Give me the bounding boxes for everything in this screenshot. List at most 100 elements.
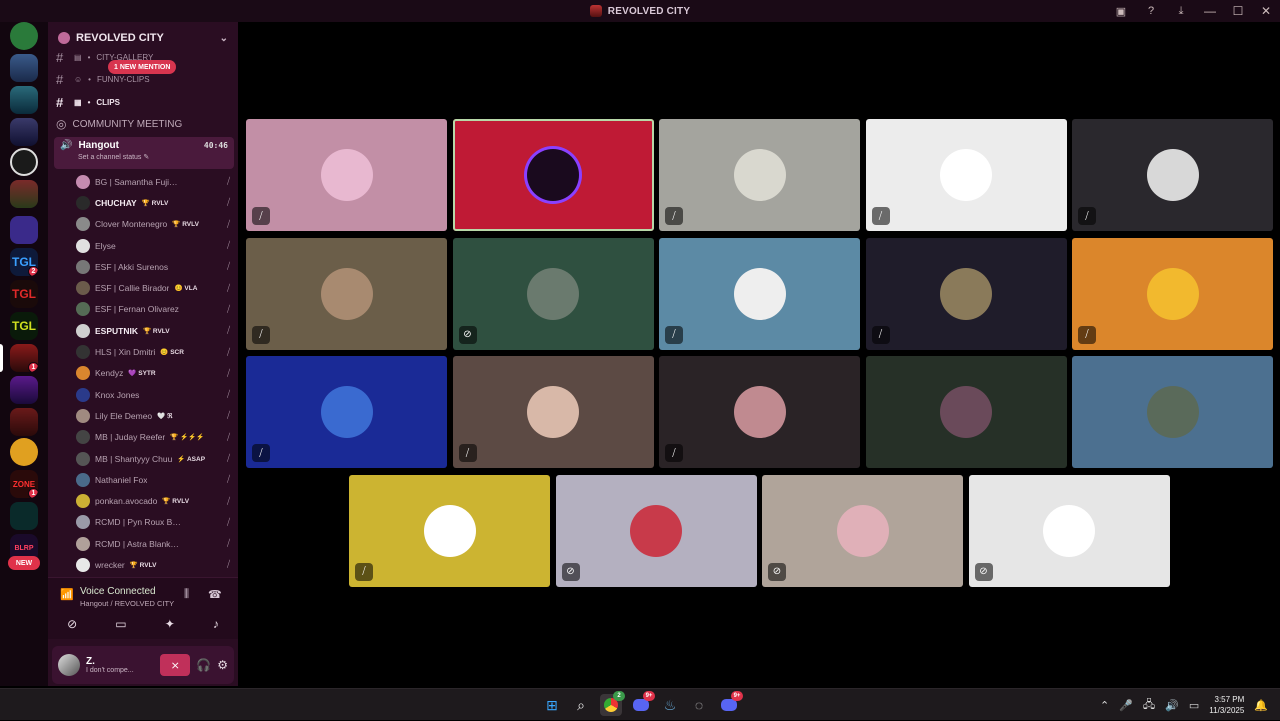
chevron-down-icon[interactable]: ⌄ bbox=[220, 33, 228, 44]
disconnect-icon[interactable]: ☎ bbox=[208, 588, 222, 601]
notification-icon[interactable]: 🔔 bbox=[1254, 699, 1268, 712]
voice-member[interactable]: ponkan.avocado 🏆 RVLV ⧸ bbox=[76, 490, 234, 511]
participant-tile[interactable]: ⧸ bbox=[1072, 119, 1273, 231]
server-icon-revolved-city[interactable]: 1 bbox=[10, 344, 38, 372]
participant-tile[interactable]: ⧸ bbox=[246, 356, 447, 468]
start-icon[interactable]: ⊞ bbox=[541, 694, 563, 716]
voice-member[interactable]: ESF | Akki Surenos ⧸ bbox=[76, 256, 234, 277]
voice-member[interactable]: CHUCHAY 🏆 RVLV ⧸ bbox=[76, 192, 234, 213]
server-icon[interactable] bbox=[10, 180, 38, 208]
server-icon-tgl[interactable]: TGL 2 bbox=[10, 248, 38, 276]
participant-tile[interactable] bbox=[452, 119, 654, 231]
clock[interactable]: 3:57 PM 11/3/2025 bbox=[1209, 694, 1244, 716]
voice-channel-community-meeting[interactable]: ◎ COMMUNITY MEETING bbox=[56, 117, 232, 131]
participant-tile[interactable]: ⧸ bbox=[1072, 237, 1273, 350]
channel-item-funny-clips[interactable]: # ☺ • FUNNY-CLIPS bbox=[56, 70, 232, 88]
server-icon[interactable] bbox=[10, 118, 38, 146]
soundboard-icon[interactable]: ♪ bbox=[213, 617, 219, 631]
voice-member[interactable]: BG | Samantha Fujiwara ⧸ bbox=[76, 171, 234, 192]
microphone-icon[interactable]: 🎤 bbox=[1119, 699, 1133, 712]
chevron-up-icon[interactable]: ⌃ bbox=[1100, 699, 1109, 712]
server-icon[interactable] bbox=[10, 408, 38, 436]
participant-tile[interactable]: ⧸ bbox=[659, 119, 860, 231]
participant-tile[interactable]: ⧸ bbox=[349, 474, 550, 587]
voice-member[interactable]: Lily Ele Demeo 🤍 ℜ ⧸ bbox=[76, 405, 234, 426]
steam-icon[interactable]: ♨ bbox=[659, 694, 681, 716]
minimize-button[interactable]: — bbox=[1196, 0, 1224, 22]
server-icon-home[interactable] bbox=[10, 22, 38, 50]
server-icon-tgl-yellow[interactable]: TGL bbox=[10, 312, 38, 340]
voice-member[interactable]: Clover Montenegro 🏆 RVLV ⧸ bbox=[76, 214, 234, 235]
participant-tile[interactable]: ⊘ bbox=[452, 237, 654, 350]
voice-member[interactable]: Kendyz 💜 SYTR ⧸ bbox=[76, 363, 234, 384]
noise-suppression-icon[interactable]: ⫼ bbox=[184, 588, 189, 601]
battery-icon[interactable]: ▭ bbox=[1189, 699, 1199, 712]
close-button[interactable]: ✕ bbox=[1252, 0, 1280, 22]
activities-icon[interactable]: ✦ bbox=[165, 617, 175, 631]
server-icon[interactable] bbox=[10, 86, 38, 114]
maximize-button[interactable]: ☐ bbox=[1224, 0, 1252, 22]
voice-member[interactable]: ESF | Fernan Olivarez ⧸ bbox=[76, 299, 234, 320]
participant-tile[interactable]: ⧸ bbox=[659, 356, 860, 468]
avatar bbox=[76, 536, 90, 551]
channel-status-prompt[interactable]: Set a channel status ✎ bbox=[60, 153, 228, 161]
participant-tile[interactable]: ⧸ bbox=[452, 356, 654, 468]
participant-tile[interactable]: ⧸ bbox=[246, 237, 447, 350]
participant-tile[interactable]: ⧸ bbox=[659, 237, 860, 350]
channel-item-clips[interactable]: # ▦ • CLIPS bbox=[56, 93, 232, 111]
headphones-icon[interactable]: 🎧 bbox=[196, 658, 211, 672]
mic-off-icon: ⧸ bbox=[226, 474, 230, 485]
voice-member[interactable]: ESPUTNIK 🏆 RVLV ⧸ bbox=[76, 320, 234, 341]
chrome-icon[interactable]: 2 bbox=[600, 691, 625, 716]
voice-member[interactable]: ESF | Callie Birador 😊 VLA ⧸ bbox=[76, 277, 234, 298]
participant-tile[interactable]: ⧸ bbox=[865, 119, 1067, 231]
member-name: ESPUTNIK bbox=[95, 325, 138, 336]
camera-off-icon[interactable]: ⊘ bbox=[67, 617, 77, 631]
network-icon[interactable]: 🖧 bbox=[1143, 696, 1155, 715]
server-icon[interactable] bbox=[10, 502, 38, 530]
signal-icon[interactable]: 📶 bbox=[60, 588, 74, 601]
discord-icon[interactable]: 9+ bbox=[630, 691, 655, 716]
mic-off-icon: ⧸ bbox=[252, 207, 270, 225]
participant-tile[interactable]: ⧸ bbox=[865, 237, 1067, 350]
voice-member[interactable]: MB | Shantyyy Chuu ⚡ ASAP ⧸ bbox=[76, 448, 234, 469]
server-icon[interactable] bbox=[10, 54, 38, 82]
discord-icon[interactable]: 9+ bbox=[718, 691, 743, 716]
voice-member[interactable]: Knox Jones ⧸ bbox=[76, 384, 234, 405]
server-icon[interactable] bbox=[10, 438, 38, 466]
new-servers-badge[interactable]: NEW bbox=[8, 556, 40, 570]
help-icon[interactable]: ? bbox=[1136, 0, 1166, 22]
server-icon[interactable]: ZONE 1 bbox=[10, 470, 38, 498]
voice-member[interactable]: MB | Juday Reefer 🏆 ⚡⚡⚡ ⧸ bbox=[76, 427, 234, 448]
voice-member[interactable]: HLS | Xin Dmitri 😊 SCR ⧸ bbox=[76, 341, 234, 362]
download-icon[interactable]: ⤓ bbox=[1166, 0, 1196, 22]
participant-tile[interactable]: ⊘ bbox=[555, 474, 757, 587]
participant-tile[interactable]: ⊘ bbox=[968, 474, 1170, 587]
voice-connected-subtitle[interactable]: Hangout / REVOLVED CITY bbox=[80, 599, 174, 608]
voice-channel-hangout[interactable]: 🔊 Hangout 40:46 Set a channel status ✎ bbox=[54, 137, 234, 169]
participant-tile[interactable] bbox=[865, 356, 1067, 468]
server-icon-tgl-red[interactable]: TGL bbox=[10, 280, 38, 308]
voice-member[interactable]: Nathaniel Fox ⧸ bbox=[76, 469, 234, 490]
settings-gear-icon[interactable]: ⚙ bbox=[217, 658, 228, 672]
voice-member[interactable]: RCMD | Astra Blanko R... ⧸ bbox=[76, 533, 234, 554]
avatar bbox=[527, 386, 579, 438]
app-icon[interactable]: ◌ bbox=[688, 694, 710, 716]
server-icon[interactable] bbox=[10, 148, 38, 176]
voice-member[interactable]: Elyse ⧸ bbox=[76, 235, 234, 256]
participant-tile[interactable]: ⊘ bbox=[762, 474, 963, 587]
search-icon[interactable]: ⌕ bbox=[570, 694, 592, 716]
server-icon[interactable] bbox=[10, 376, 38, 404]
participant-tile[interactable]: ⧸ bbox=[246, 119, 447, 231]
avatar[interactable] bbox=[58, 654, 80, 676]
volume-icon[interactable]: 🔊 bbox=[1165, 699, 1179, 712]
server-header-icon bbox=[58, 32, 70, 44]
voice-member[interactable]: RCMD | Pyn Roux Black ⧸ bbox=[76, 512, 234, 533]
member-tag: 🏆 RVLV bbox=[172, 221, 199, 229]
mute-button[interactable]: ⨯ bbox=[160, 654, 191, 676]
folder-icon[interactable] bbox=[10, 216, 38, 244]
inbox-icon[interactable]: ▣ bbox=[1106, 0, 1136, 22]
participant-tile[interactable] bbox=[1072, 356, 1273, 468]
screen-share-icon[interactable]: ▭ bbox=[115, 617, 126, 631]
voice-member[interactable]: wrecker 🏆 RVLV ⧸ bbox=[76, 554, 234, 575]
